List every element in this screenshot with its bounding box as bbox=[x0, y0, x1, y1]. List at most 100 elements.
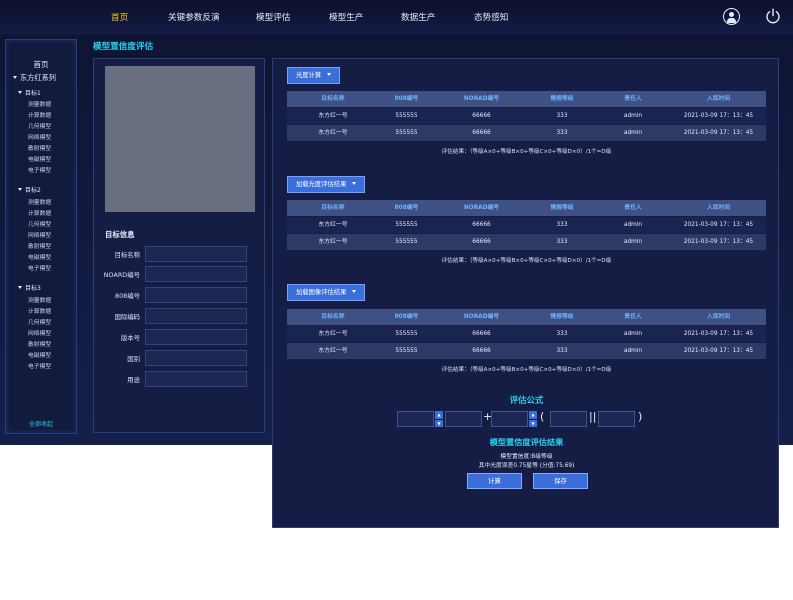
sidebar-group-target3[interactable]: 目标3 bbox=[18, 283, 41, 292]
collapse-all-button[interactable]: 全部收起 bbox=[6, 419, 76, 428]
sidebar-item[interactable]: 散射模型 bbox=[28, 339, 51, 348]
table-cell: 66666 bbox=[472, 348, 491, 354]
formula-input-4[interactable] bbox=[550, 411, 587, 427]
table-cell: 555555 bbox=[395, 222, 418, 228]
sidebar-item[interactable]: 电磁模型 bbox=[28, 252, 51, 261]
field-label: 用途 bbox=[127, 376, 140, 384]
power-icon[interactable] bbox=[765, 8, 781, 24]
caret-down-icon bbox=[18, 91, 22, 94]
stepper-down-icon[interactable]: ▼ bbox=[529, 419, 537, 427]
sidebar-group-target2[interactable]: 目标2 bbox=[18, 185, 41, 194]
field-label: 808编号 bbox=[115, 292, 140, 300]
table-cell: admin bbox=[623, 130, 643, 136]
sidebar-item[interactable]: 测量数据 bbox=[28, 99, 51, 108]
table-cell: admin bbox=[623, 113, 643, 119]
purpose-input[interactable] bbox=[145, 371, 247, 387]
sidebar-root[interactable]: 东方红系列 bbox=[13, 73, 56, 83]
evaluation-result-text: 评估结果：（等级A×0+等级B×0+等级C×0+等级D×0）/1个=D级 bbox=[441, 149, 612, 155]
column-header: NORAD编号 bbox=[463, 96, 500, 102]
stepper-down-icon[interactable]: ▼ bbox=[435, 419, 443, 427]
sidebar-item[interactable]: 计算数据 bbox=[28, 208, 51, 217]
country-input[interactable] bbox=[145, 350, 247, 366]
sidebar-item[interactable]: 几何模型 bbox=[28, 121, 51, 130]
formula-input-3[interactable] bbox=[491, 411, 528, 427]
separator-sign: || bbox=[589, 410, 597, 423]
sidebar-item[interactable]: 电磁模型 bbox=[28, 154, 51, 163]
table-header: 目标名称 808编号 NORAD编号 情报等级 责任人 入库时间 bbox=[287, 309, 766, 325]
nav-item-home[interactable]: 首页 bbox=[111, 11, 128, 23]
table-cell: admin bbox=[623, 331, 643, 337]
column-header: NORAD编号 bbox=[463, 314, 500, 320]
formula-stepper-2[interactable]: ▲ ▼ bbox=[529, 411, 537, 427]
sidebar-item[interactable]: 测量数据 bbox=[28, 295, 51, 304]
field-label: NOARD编号 bbox=[103, 271, 140, 279]
column-header: 情报等级 bbox=[550, 96, 574, 102]
sidebar-group-target1[interactable]: 目标1 bbox=[18, 88, 41, 97]
table-row[interactable]: 东方红一号 555555 66666 333 admin 2021-03-09 … bbox=[287, 217, 766, 233]
column-header: NORAD编号 bbox=[463, 205, 500, 211]
number-808-input[interactable] bbox=[145, 287, 247, 303]
user-icon[interactable] bbox=[723, 8, 740, 25]
photometric-calc-dropdown[interactable]: 光度计算 bbox=[287, 67, 341, 84]
table-cell: 555555 bbox=[395, 130, 418, 136]
caret-down-icon bbox=[327, 73, 332, 76]
sidebar-item[interactable]: 几何模型 bbox=[28, 317, 51, 326]
target-image-placeholder bbox=[105, 66, 255, 212]
load-photometric-result-dropdown[interactable]: 加载光度评估结果 bbox=[287, 176, 366, 193]
intl-code-input[interactable] bbox=[145, 308, 247, 324]
table-row[interactable]: 东方红一号 555555 66666 333 admin 2021-03-09 … bbox=[287, 108, 766, 124]
sidebar-item[interactable]: 计算数据 bbox=[28, 110, 51, 119]
calculate-button[interactable]: 计算 bbox=[467, 473, 522, 489]
table-row[interactable]: 东方红一号 555555 66666 333 admin 2021-03-09 … bbox=[287, 343, 766, 359]
table-cell: 2021-03-09 17：13：45 bbox=[683, 348, 754, 354]
sidebar-home[interactable]: 首页 bbox=[6, 59, 76, 70]
nav-item-model-eval[interactable]: 模型评估 bbox=[256, 11, 290, 23]
nav-item-situation[interactable]: 态势感知 bbox=[474, 11, 508, 23]
sidebar-item[interactable]: 网络模型 bbox=[28, 132, 51, 141]
stepper-up-icon[interactable]: ▲ bbox=[435, 411, 443, 419]
sidebar-item[interactable]: 散射模型 bbox=[28, 241, 51, 250]
sidebar-item[interactable]: 散射模型 bbox=[28, 143, 51, 152]
sidebar-item[interactable]: 电磁模型 bbox=[28, 350, 51, 359]
sidebar-item[interactable]: 网络模型 bbox=[28, 328, 51, 337]
nav-item-data-production[interactable]: 数据生产 bbox=[401, 11, 435, 23]
table-row[interactable]: 东方红一号 555555 66666 333 admin 2021-03-09 … bbox=[287, 234, 766, 250]
sidebar-item[interactable]: 几何模型 bbox=[28, 219, 51, 228]
sidebar-root-label: 东方红系列 bbox=[20, 73, 56, 82]
table-cell: admin bbox=[623, 348, 643, 354]
sidebar-item[interactable]: 电子模型 bbox=[28, 263, 51, 272]
field-label: 目标名称 bbox=[114, 251, 140, 259]
formula-input-5[interactable] bbox=[598, 411, 635, 427]
noard-number-input[interactable] bbox=[145, 266, 247, 282]
sidebar-item[interactable]: 电子模型 bbox=[28, 165, 51, 174]
table-cell: 555555 bbox=[395, 113, 418, 119]
column-header: 入库时间 bbox=[706, 314, 731, 320]
sidebar-item[interactable]: 网络模型 bbox=[28, 230, 51, 239]
caret-down-icon bbox=[18, 188, 22, 191]
table-cell: 东方红一号 bbox=[318, 222, 348, 228]
load-image-result-dropdown[interactable]: 加载图像评估结果 bbox=[287, 284, 366, 301]
nav-item-model-production[interactable]: 模型生产 bbox=[329, 11, 363, 23]
save-button[interactable]: 保存 bbox=[533, 473, 588, 489]
caret-down-icon bbox=[18, 286, 22, 289]
stepper-up-icon[interactable]: ▲ bbox=[529, 411, 537, 419]
table-row[interactable]: 东方红一号 555555 66666 333 admin 2021-03-09 … bbox=[287, 326, 766, 342]
sidebar-item[interactable]: 测量数据 bbox=[28, 197, 51, 206]
sidebar-group-label: 目标3 bbox=[25, 285, 41, 292]
nav-item-param-inversion[interactable]: 关键参数反演 bbox=[168, 11, 220, 23]
table-cell: 333 bbox=[556, 348, 568, 354]
formula-stepper-1[interactable]: ▲ ▼ bbox=[435, 411, 443, 427]
sidebar-item[interactable]: 电子模型 bbox=[28, 361, 51, 370]
column-header: 目标名称 bbox=[321, 314, 345, 320]
sidebar-item[interactable]: 计算数据 bbox=[28, 306, 51, 315]
table-cell: 东方红一号 bbox=[318, 348, 348, 354]
formula-input-2[interactable] bbox=[445, 411, 482, 427]
formula-input-1[interactable] bbox=[397, 411, 434, 427]
column-header: 责任人 bbox=[624, 314, 642, 320]
version-input[interactable] bbox=[145, 329, 247, 345]
evaluation-result-text: 评估结果：（等级A×0+等级B×0+等级C×0+等级D×0）/1个=D级 bbox=[441, 367, 612, 373]
sidebar-group-label: 目标1 bbox=[25, 90, 41, 97]
target-name-input[interactable] bbox=[145, 246, 247, 262]
table-row[interactable]: 东方红一号 555555 66666 333 admin 2021-03-09 … bbox=[287, 125, 766, 141]
table-cell: 2021-03-09 17：13：45 bbox=[683, 113, 754, 119]
